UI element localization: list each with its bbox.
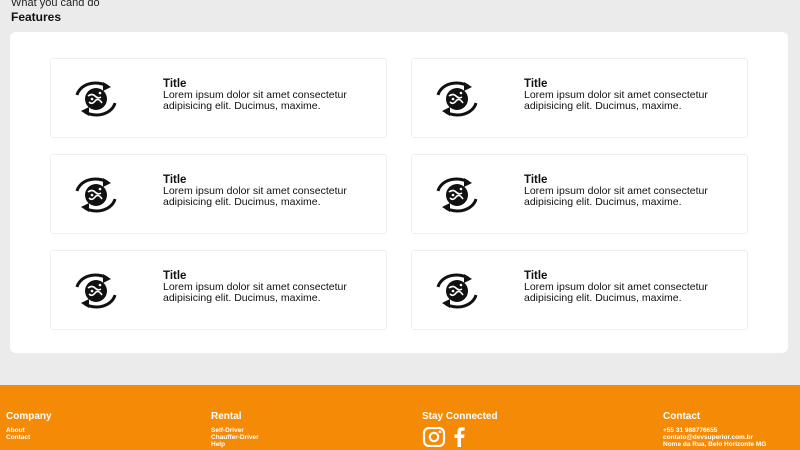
feature-description: Lorem ipsum dolor sit amet consectetur a… <box>163 89 347 112</box>
feature-card: Title Lorem ipsum dolor sit amet consect… <box>50 250 387 330</box>
facebook-icon[interactable] <box>452 427 466 447</box>
section-title: Features <box>11 10 62 24</box>
feature-card: Title Lorem ipsum dolor sit amet consect… <box>411 58 748 138</box>
footer-rental: Rental Self-Driver Chauffer-Driver Help <box>211 411 259 448</box>
globe-cycle-icon <box>69 273 123 309</box>
footer-link-chauffer-driver[interactable]: Chauffer-Driver <box>211 434 259 441</box>
footer-rental-heading: Rental <box>211 411 242 422</box>
feature-description: Lorem ipsum dolor sit amet consectetur a… <box>524 89 708 112</box>
footer-email: contato@devsuperior.com.br <box>663 434 754 441</box>
footer-social-heading: Stay Connected <box>422 411 498 422</box>
globe-cycle-icon <box>69 177 123 213</box>
instagram-icon[interactable] <box>422 427 446 447</box>
site-footer: Company About Contact Rental Self-Driver… <box>0 385 800 450</box>
section-subtitle: What you cand do <box>11 0 100 9</box>
globe-cycle-icon <box>430 81 484 117</box>
footer-social: Stay Connected <box>422 411 498 447</box>
footer-link-about[interactable]: About <box>6 427 52 434</box>
feature-description: Lorem ipsum dolor sit amet consectetur a… <box>163 185 347 208</box>
feature-card: Title Lorem ipsum dolor sit amet consect… <box>50 154 387 234</box>
globe-cycle-icon <box>69 81 123 117</box>
footer-contact-heading: Contact <box>663 411 701 422</box>
feature-card: Title Lorem ipsum dolor sit amet consect… <box>50 58 387 138</box>
footer-link-contact[interactable]: Contact <box>6 434 52 441</box>
features-panel: Title Lorem ipsum dolor sit amet consect… <box>10 32 788 353</box>
globe-cycle-icon <box>430 177 484 213</box>
footer-address: Nome da Rua, Belo Horizonte MG <box>663 441 767 448</box>
footer-company: Company About Contact <box>6 411 52 441</box>
footer-contact: Contact +55 31 988776655 contato@devsupe… <box>663 411 766 448</box>
feature-card: Title Lorem ipsum dolor sit amet consect… <box>411 154 748 234</box>
feature-description: Lorem ipsum dolor sit amet consectetur a… <box>524 185 708 208</box>
footer-link-self-driver[interactable]: Self-Driver <box>211 427 259 434</box>
feature-description: Lorem ipsum dolor sit amet consectetur a… <box>163 281 347 304</box>
footer-link-help[interactable]: Help <box>211 441 259 448</box>
globe-cycle-icon <box>430 273 484 309</box>
feature-description: Lorem ipsum dolor sit amet consectetur a… <box>524 281 708 304</box>
section-header: What you cand do Features <box>11 0 100 24</box>
footer-company-heading: Company <box>6 411 52 422</box>
footer-phone: +55 31 988776655 <box>663 427 718 434</box>
feature-card: Title Lorem ipsum dolor sit amet consect… <box>411 250 748 330</box>
